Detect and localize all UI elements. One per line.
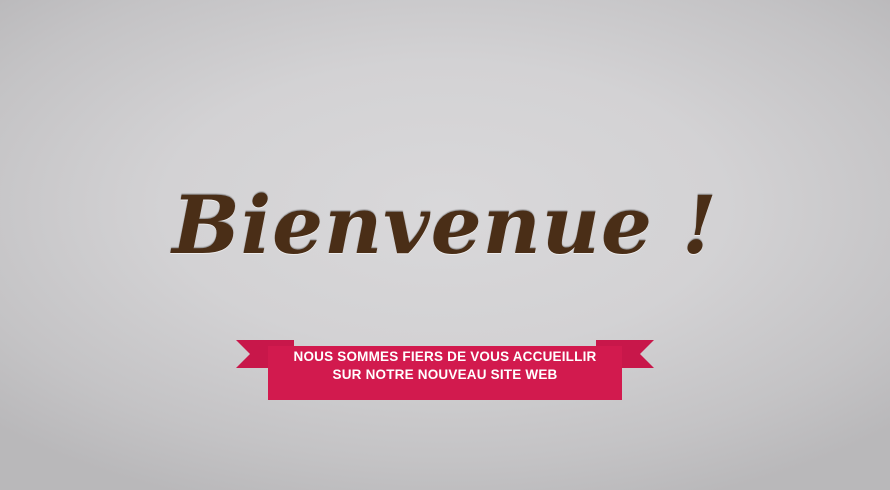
banner-text: NOUS SOMMES FIERS DE VOUS ACCUEILLIR SUR… (270, 348, 620, 384)
welcome-banner-ribbon: NOUS SOMMES FIERS DE VOUS ACCUEILLIR SUR… (236, 338, 654, 400)
banner-line-2: SUR NOTRE NOUVEAU SITE WEB (332, 367, 558, 382)
welcome-page: Bienvenue ! NOUS SOMMES FIERS DE VOUS AC… (0, 0, 890, 490)
welcome-headline: Bienvenue ! (172, 178, 718, 272)
banner-line-1: NOUS SOMMES FIERS DE VOUS ACCUEILLIR (293, 349, 597, 364)
